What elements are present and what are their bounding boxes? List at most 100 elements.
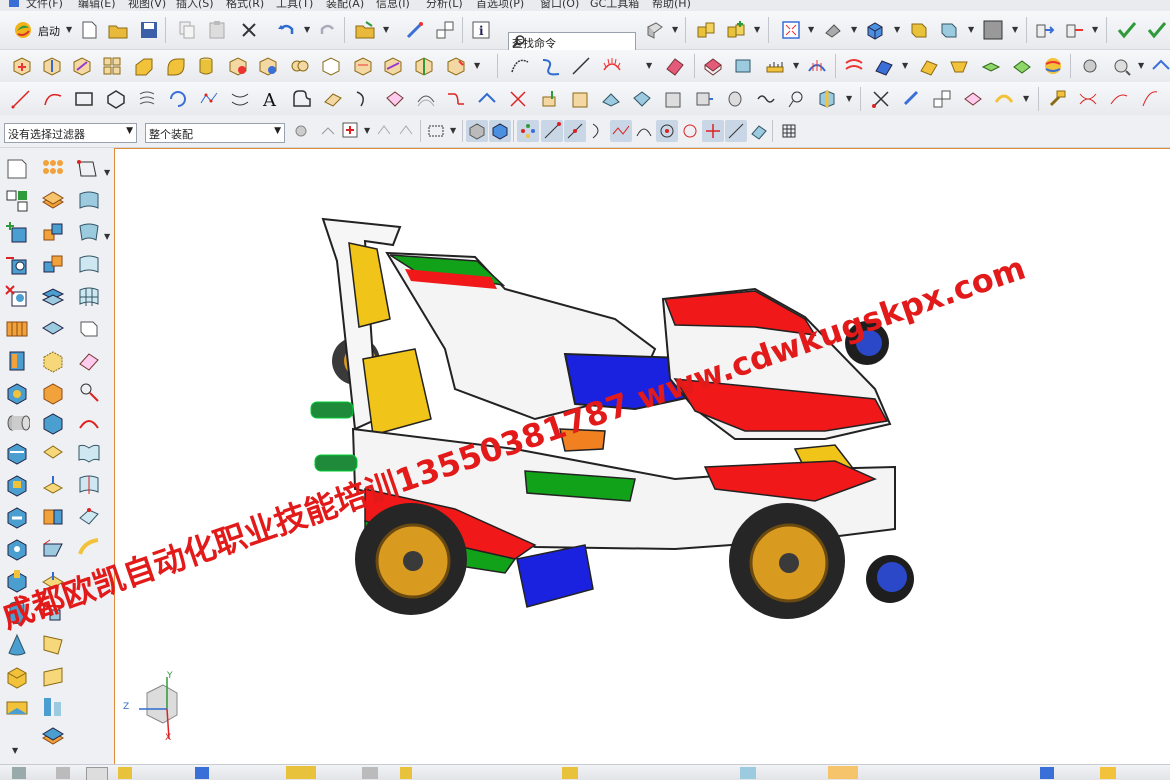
swept-surface-dropdown-icon[interactable]: ▼ xyxy=(104,232,110,241)
snap-on-surface-icon[interactable] xyxy=(748,120,770,142)
move-face-icon[interactable] xyxy=(40,410,66,436)
rendering-style-dropdown-icon[interactable]: ▼ xyxy=(851,25,857,34)
mesh-surface-icon[interactable] xyxy=(76,284,102,310)
menu-assembly[interactable]: 装配(A) xyxy=(326,0,364,11)
boolean-unite-icon[interactable] xyxy=(227,55,249,77)
rectangle-icon[interactable] xyxy=(73,88,95,110)
save-icon[interactable] xyxy=(138,19,160,41)
orient-view-dropdown-icon[interactable]: ▼ xyxy=(894,25,900,34)
measure-icon[interactable] xyxy=(764,55,786,77)
redo-icon[interactable] xyxy=(317,19,339,41)
unite-icon[interactable] xyxy=(40,220,66,246)
datum-plane-icon[interactable] xyxy=(816,88,838,110)
subtract-feature-icon[interactable] xyxy=(4,252,30,278)
undo-dropdown-icon[interactable]: ▼ xyxy=(304,25,310,34)
open-folder-icon[interactable] xyxy=(107,19,129,41)
wave-curve-icon[interactable] xyxy=(755,88,777,110)
curve-trim-icon[interactable] xyxy=(1077,88,1099,110)
isoparametric-curve-icon[interactable] xyxy=(384,88,406,110)
assembly-navigator-icon[interactable] xyxy=(695,19,717,41)
slot-icon[interactable] xyxy=(4,504,30,530)
extract-curve-icon[interactable] xyxy=(415,88,437,110)
scale-curve-icon[interactable] xyxy=(693,88,715,110)
law-curve-icon[interactable] xyxy=(167,88,189,110)
project-curve-icon[interactable] xyxy=(322,88,344,110)
boss-icon[interactable] xyxy=(4,348,30,374)
start-label[interactable]: 启动 xyxy=(38,23,60,39)
menu-view[interactable]: 视图(V) xyxy=(128,0,166,11)
menu-file[interactable]: 文件(F) xyxy=(26,0,63,11)
select-component-icon[interactable] xyxy=(489,120,511,142)
hole-icon[interactable] xyxy=(4,536,30,562)
snap-center-icon[interactable] xyxy=(656,120,678,142)
bottom-tool-3-icon[interactable] xyxy=(86,767,108,780)
curve-icon[interactable] xyxy=(509,55,531,77)
extrude-group-icon[interactable] xyxy=(40,188,66,214)
graphics-viewport[interactable]: Y Z X xyxy=(114,148,1170,765)
snap-mid-icon[interactable] xyxy=(564,120,586,142)
new-file-icon[interactable] xyxy=(78,19,100,41)
select-plus-icon[interactable] xyxy=(340,120,362,142)
helix-icon[interactable] xyxy=(136,88,158,110)
view-dropdown-icon[interactable]: ▼ xyxy=(808,25,814,34)
analysis-dropdown-icon[interactable]: ▼ xyxy=(646,61,652,70)
select-feature-icon[interactable] xyxy=(318,120,340,142)
pad-icon[interactable] xyxy=(4,316,30,342)
feature-dropdown-icon[interactable]: ▼ xyxy=(474,61,480,70)
select-faces-icon[interactable] xyxy=(396,120,418,142)
bottom-tool-10-icon[interactable] xyxy=(740,767,756,779)
fillet-curve-icon[interactable] xyxy=(291,88,313,110)
analysis-tool-icon[interactable] xyxy=(76,380,102,406)
line-tool-icon[interactable] xyxy=(10,88,32,110)
thicken-sheet-icon[interactable] xyxy=(40,724,66,750)
divide-curve-icon[interactable] xyxy=(569,88,591,110)
move-object-icon[interactable] xyxy=(41,55,63,77)
datum-dropdown-icon[interactable]: ▼ xyxy=(846,94,852,103)
studio-spline-icon[interactable] xyxy=(540,55,562,77)
assembly-constraint-2-icon[interactable] xyxy=(1064,19,1086,41)
section-dropdown-icon[interactable]: ▼ xyxy=(968,25,974,34)
snap-quadrant-icon[interactable] xyxy=(679,120,701,142)
text-icon[interactable]: A xyxy=(260,88,282,110)
background-dropdown-icon[interactable]: ▼ xyxy=(1012,25,1018,34)
blend-surface-icon[interactable] xyxy=(76,348,102,374)
sketch-curve-icon[interactable] xyxy=(962,88,984,110)
snap-point-icon[interactable] xyxy=(1079,55,1101,77)
surface-dropdown-icon[interactable]: ▼ xyxy=(902,61,908,70)
add-feature-icon[interactable] xyxy=(4,220,30,246)
x-form-icon[interactable] xyxy=(76,504,102,530)
bottom-tool-7-icon[interactable] xyxy=(362,767,378,779)
selection-filter-select[interactable]: 没有选择过滤器 ▼ xyxy=(4,123,137,143)
menu-preferences[interactable]: 首选项(P) xyxy=(476,0,524,11)
shell-icon[interactable] xyxy=(4,664,30,690)
bottom-tool-12-icon[interactable] xyxy=(1040,767,1054,779)
patch-icon[interactable] xyxy=(40,694,66,720)
remove-feature-icon[interactable] xyxy=(4,284,30,310)
snap-intersection-icon[interactable] xyxy=(610,120,632,142)
more-tools-icon[interactable]: ▼ xyxy=(12,746,18,755)
menu-help[interactable]: 帮助(H) xyxy=(652,0,691,11)
point-set-icon[interactable] xyxy=(1110,55,1132,77)
menu-tools[interactable]: 工具(T) xyxy=(276,0,313,11)
select-dropdown-icon[interactable]: ▼ xyxy=(364,126,370,135)
bottom-tool-9-icon[interactable] xyxy=(562,767,578,779)
open-book-icon[interactable] xyxy=(76,440,102,466)
curve-length-icon[interactable] xyxy=(631,88,653,110)
offset-face-icon[interactable] xyxy=(320,55,342,77)
tube-icon[interactable] xyxy=(4,410,30,436)
rendering-style-icon[interactable] xyxy=(822,19,844,41)
mirror-face-icon[interactable] xyxy=(40,504,66,530)
line-icon[interactable] xyxy=(570,55,592,77)
groove-icon[interactable] xyxy=(4,440,30,466)
swept-surface-icon[interactable] xyxy=(76,220,102,246)
edit-curve-parameters-icon[interactable] xyxy=(901,88,923,110)
filter-settings-icon[interactable] xyxy=(290,120,312,142)
snap-points-icon[interactable] xyxy=(517,120,539,142)
car-model[interactable] xyxy=(115,149,1170,765)
clip-section-icon[interactable] xyxy=(938,19,960,41)
polygon-icon[interactable] xyxy=(105,88,127,110)
bottom-tool-5-icon[interactable] xyxy=(195,767,209,779)
background-icon[interactable] xyxy=(982,19,1004,41)
bottom-tool-6-icon[interactable] xyxy=(286,766,316,779)
rectangle-select-icon[interactable] xyxy=(426,120,448,142)
